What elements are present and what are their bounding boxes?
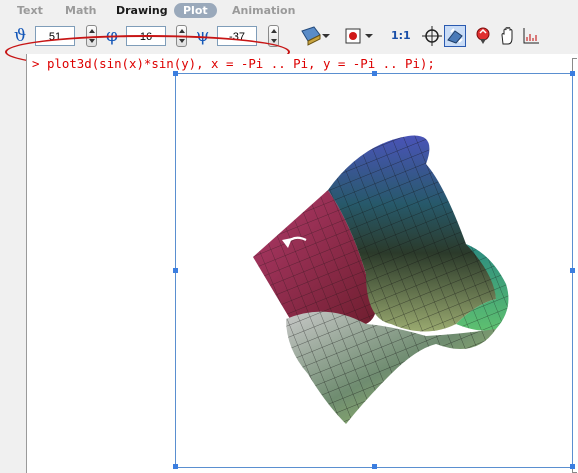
prompt-marker: >	[32, 56, 40, 71]
context-tab-bar: Text Math Drawing Plot Animation	[0, 0, 578, 20]
plot-3d[interactable]	[173, 71, 575, 469]
resize-handle-top-right[interactable]	[570, 71, 575, 76]
tab-drawing[interactable]: Drawing	[116, 3, 168, 18]
resize-handle-left[interactable]	[173, 268, 178, 273]
resize-handle-top-left[interactable]	[173, 71, 178, 76]
tab-plot[interactable]: Plot	[174, 3, 217, 18]
zoom-icon[interactable]	[472, 25, 494, 47]
surface-plot[interactable]	[176, 74, 572, 467]
ratio-icon[interactable]: 1:1	[391, 29, 411, 42]
worksheet-gutter	[26, 54, 27, 473]
plot-toolbar: ϑ 51 φ 16 ψ -37 1:1	[0, 20, 578, 69]
color-scheme-dropdown-icon[interactable]	[365, 34, 373, 38]
resize-handle-bottom-right[interactable]	[570, 464, 575, 469]
tab-animation[interactable]: Animation	[232, 3, 295, 18]
resize-handle-top[interactable]	[372, 71, 377, 76]
resize-handle-bottom[interactable]	[372, 464, 377, 469]
command-text[interactable]: plot3d(sin(x)*sin(y), x = -Pi .. Pi, y =…	[47, 56, 435, 71]
axes-icon[interactable]	[520, 25, 542, 47]
surface-style-icon[interactable]	[300, 25, 322, 47]
tab-math[interactable]: Math	[65, 3, 96, 18]
tab-text[interactable]: Text	[17, 3, 43, 18]
resize-handle-right[interactable]	[570, 268, 575, 273]
resize-handle-bottom-left[interactable]	[173, 464, 178, 469]
scale-icon[interactable]	[497, 25, 519, 47]
color-scheme-icon[interactable]	[342, 25, 364, 47]
command-line[interactable]: > plot3d(sin(x)*sin(y), x = -Pi .. Pi, y…	[32, 56, 435, 71]
surface-style-dropdown-icon[interactable]	[322, 34, 330, 38]
pan-icon[interactable]	[444, 25, 466, 47]
rotate-icon[interactable]	[421, 25, 443, 47]
